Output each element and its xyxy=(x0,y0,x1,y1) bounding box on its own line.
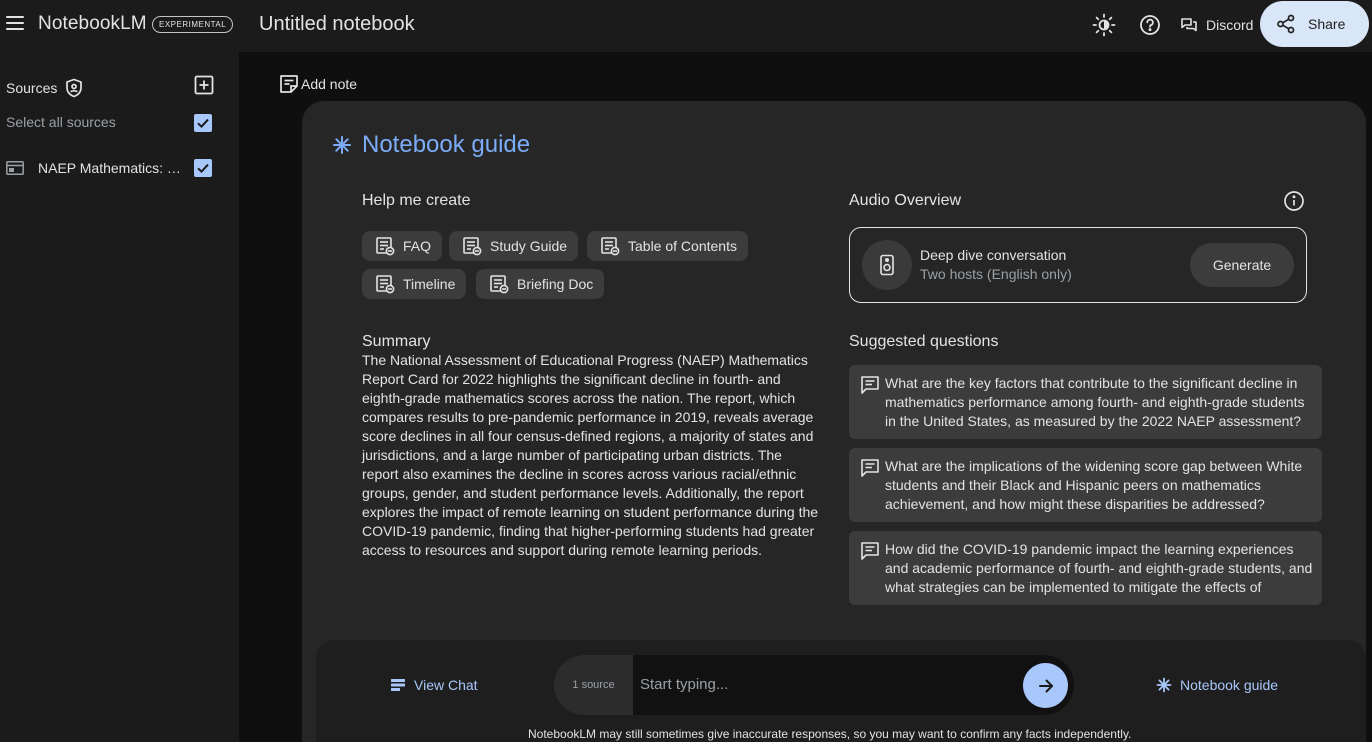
suggested-question[interactable]: What are the implications of the widenin… xyxy=(849,448,1322,522)
share-button[interactable]: Share xyxy=(1260,1,1369,47)
note-icon xyxy=(376,275,395,294)
sources-title: Sources xyxy=(6,80,58,96)
table-of-contents-chip[interactable]: Table of Contents xyxy=(587,231,748,261)
chat-text-icon xyxy=(861,376,879,394)
add-note-label: Add note xyxy=(301,76,358,92)
select-all-checkbox[interactable] xyxy=(194,114,212,132)
discord-chat-icon xyxy=(1181,18,1197,32)
suggested-question[interactable]: What are the key factors that contribute… xyxy=(849,365,1322,439)
sparkle-icon xyxy=(1156,677,1172,693)
sidebar-divider xyxy=(238,52,239,742)
top-header: NotebookLM EXPERIMENTAL Untitled noteboo… xyxy=(0,0,1372,52)
audio-subtitle: Two hosts (English only) xyxy=(920,266,1072,282)
theme-toggle-icon[interactable] xyxy=(1091,12,1117,38)
note-icon xyxy=(490,275,509,294)
chip-label: Briefing Doc xyxy=(517,276,594,292)
notebook-guide-label: Notebook guide xyxy=(1180,677,1279,693)
chat-input[interactable]: 1 source Start typing... xyxy=(554,655,1074,715)
guide-heading: Notebook guide xyxy=(332,131,530,159)
question-text: How did the COVID-19 pandemic impact the… xyxy=(885,541,1313,595)
sources-sidebar: Sources Select all sources NAEP Mathemat… xyxy=(0,52,238,742)
view-chat-button[interactable]: View Chat xyxy=(390,677,478,693)
check-icon xyxy=(197,163,209,174)
note-icon xyxy=(601,237,620,256)
note-add-icon xyxy=(280,75,298,93)
note-icon xyxy=(463,237,482,256)
guide-title: Notebook guide xyxy=(362,131,531,158)
add-note-button[interactable]: Add note xyxy=(279,74,357,94)
chat-text-icon xyxy=(861,459,879,477)
source-checkbox[interactable] xyxy=(194,159,212,177)
menu-icon[interactable] xyxy=(6,16,24,32)
add-source-button[interactable] xyxy=(194,75,214,95)
source-name: NAEP Mathematics: M... xyxy=(38,160,186,176)
timeline-chip[interactable]: Timeline xyxy=(362,269,467,299)
briefing-doc-chip[interactable]: Briefing Doc xyxy=(476,269,605,299)
chat-text-icon xyxy=(861,542,879,560)
notebook-guide-button[interactable]: Notebook guide xyxy=(1156,677,1278,693)
app-logo: NotebookLM xyxy=(38,13,147,34)
check-icon xyxy=(197,118,209,129)
chip-label: FAQ xyxy=(403,238,432,254)
help-icon[interactable] xyxy=(1137,12,1163,38)
note-icon xyxy=(376,237,395,256)
view-chat-label: View Chat xyxy=(414,677,478,693)
chat-placeholder[interactable]: Start typing... xyxy=(640,676,728,693)
sparkle-icon xyxy=(333,136,351,154)
arrow-right-icon xyxy=(1038,679,1053,692)
share-icon xyxy=(1277,14,1295,34)
disclaimer-text: NotebookLM may still sometimes give inac… xyxy=(528,727,1132,741)
source-item[interactable]: NAEP Mathematics: M... xyxy=(0,155,238,181)
audio-overview-card: Deep dive conversation Two hosts (Englis… xyxy=(849,227,1307,303)
document-icon xyxy=(6,161,24,175)
select-all-label: Select all sources xyxy=(6,114,116,130)
chip-label: Timeline xyxy=(403,276,456,292)
info-icon[interactable] xyxy=(1283,190,1305,212)
audio-icon-container xyxy=(862,240,912,290)
experimental-badge: EXPERIMENTAL xyxy=(152,16,234,33)
chip-label: Study Guide xyxy=(490,238,568,254)
discord-button[interactable]: Discord xyxy=(1180,14,1253,36)
suggested-question[interactable]: How did the COVID-19 pandemic impact the… xyxy=(849,531,1322,605)
shield-icon[interactable] xyxy=(65,78,83,98)
chip-label: Table of Contents xyxy=(628,238,737,254)
audio-title: Deep dive conversation xyxy=(920,247,1067,263)
study-guide-chip[interactable]: Study Guide xyxy=(449,231,579,261)
send-button[interactable] xyxy=(1023,663,1068,708)
sources-heading: Sources xyxy=(6,78,83,98)
audio-overview-heading: Audio Overview xyxy=(849,192,962,209)
summary-heading: Summary xyxy=(362,333,431,350)
chat-icon xyxy=(391,679,405,691)
speaker-icon xyxy=(880,254,894,276)
question-text: What are the key factors that contribute… xyxy=(885,375,1305,429)
share-label: Share xyxy=(1308,16,1346,32)
notebook-title[interactable]: Untitled notebook xyxy=(259,13,415,36)
question-text: What are the implications of the widenin… xyxy=(885,458,1303,512)
summary-text: The National Assessment of Educational P… xyxy=(362,352,819,558)
source-count-badge[interactable]: 1 source xyxy=(554,655,633,715)
chat-bar: View Chat 1 source Start typing... Noteb… xyxy=(316,640,1366,742)
generate-button[interactable]: Generate xyxy=(1190,243,1294,287)
faq-chip[interactable]: FAQ xyxy=(362,231,443,261)
help-me-create-heading: Help me create xyxy=(362,192,471,209)
notebooklm-app: NotebookLM EXPERIMENTAL Untitled noteboo… xyxy=(0,0,1372,742)
suggested-questions-heading: Suggested questions xyxy=(849,333,999,350)
add-box-icon xyxy=(194,75,214,95)
discord-label: Discord xyxy=(1206,17,1254,33)
